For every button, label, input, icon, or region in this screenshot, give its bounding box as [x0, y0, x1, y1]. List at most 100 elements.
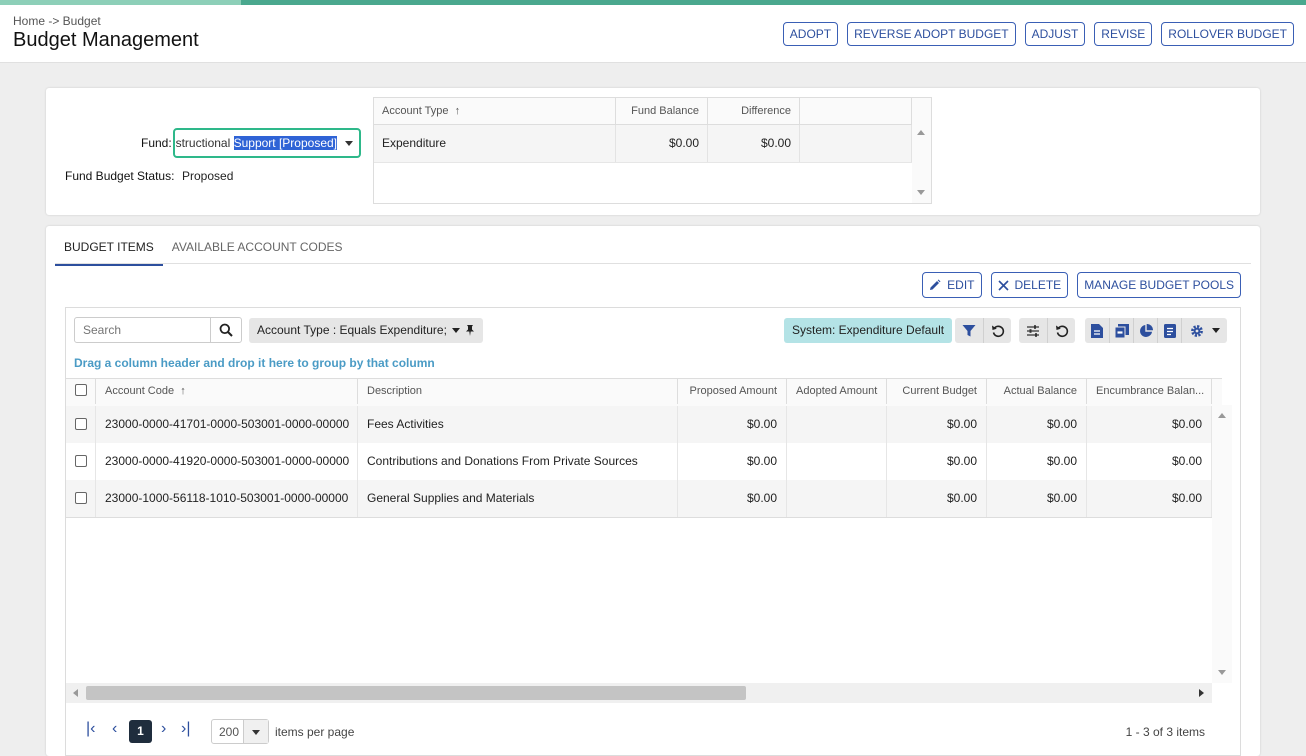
gear-icon [1190, 324, 1203, 337]
column-header-fund-balance[interactable]: Fund Balance [616, 98, 708, 124]
fund-dropdown[interactable]: nstructional Support [Proposed] [173, 128, 361, 158]
search-button[interactable] [210, 318, 241, 342]
rollover-budget-button[interactable]: ROLLOVER BUDGET [1161, 22, 1294, 46]
scroll-up-icon[interactable] [917, 130, 925, 135]
reverse-adopt-budget-button[interactable]: REVERSE ADOPT BUDGET [847, 22, 1016, 46]
reset-icon [1055, 325, 1068, 337]
table-row[interactable]: 23000-1000-56118-1010-503001-0000-00000 … [66, 480, 1212, 518]
scroll-right-icon[interactable] [1199, 689, 1204, 697]
chart-button[interactable] [1133, 318, 1157, 343]
group-by-drop-hint[interactable]: Drag a column header and drop it here to… [74, 356, 435, 370]
select-all-checkbox[interactable] [75, 384, 87, 397]
filter-toolbar-group [955, 318, 1011, 343]
filter-chip[interactable]: Account Type : Equals Expenditure; [249, 318, 483, 343]
scroll-left-icon[interactable] [73, 689, 78, 697]
delete-label: DELETE [1014, 278, 1062, 292]
cell-actual-balance: $0.00 [987, 480, 1087, 517]
column-header-account-code[interactable]: Account Code ↑ [96, 379, 358, 404]
breadcrumb[interactable]: Home -> Budget [13, 14, 101, 28]
first-page-button[interactable]: |‹ [86, 720, 95, 738]
caret-down-icon[interactable] [451, 327, 460, 334]
cell-adopted-amount [787, 480, 887, 517]
column-header-actual-balance[interactable]: Actual Balance [987, 379, 1087, 404]
row-checkbox[interactable] [75, 491, 87, 504]
cell-proposed-amount: $0.00 [678, 480, 787, 517]
search-box[interactable] [74, 317, 242, 343]
fund-dropdown-value[interactable]: nstructional Support [Proposed] [175, 136, 337, 150]
column-header-encumbrance-balance[interactable]: Encumbrance Balan... [1087, 379, 1212, 404]
adjust-button[interactable]: ADJUST [1024, 22, 1086, 46]
edit-button[interactable]: EDIT [922, 272, 982, 298]
chevron-down-icon[interactable] [243, 720, 268, 743]
chevron-down-icon[interactable] [345, 141, 353, 146]
last-page-button[interactable]: ›| [181, 720, 190, 738]
next-page-button[interactable]: › [161, 720, 166, 738]
scroll-up-icon[interactable] [1218, 413, 1226, 418]
row-select-cell [66, 406, 96, 443]
cell-empty [800, 125, 912, 162]
table-row[interactable]: 23000-0000-41701-0000-503001-0000-00000 … [66, 406, 1212, 443]
items-per-page-label: items per page [275, 725, 355, 739]
cell-account-code: 23000-0000-41701-0000-503001-0000-00000 [96, 406, 358, 443]
delete-button[interactable]: DELETE [990, 272, 1069, 298]
tab-divider [55, 263, 1251, 264]
export-pdf-button[interactable] [1109, 318, 1133, 343]
table-row[interactable]: Expenditure $0.00 $0.00 [374, 125, 912, 163]
column-settings-button[interactable] [1019, 318, 1047, 343]
sort-ascending-icon: ↑ [454, 105, 461, 117]
filter-button[interactable] [955, 318, 983, 343]
row-checkbox[interactable] [75, 417, 87, 430]
cell-adopted-amount [787, 443, 887, 480]
column-header-difference[interactable]: Difference [708, 98, 800, 124]
row-checkbox[interactable] [75, 454, 87, 467]
cell-account-type: Expenditure [374, 125, 616, 162]
previous-page-button[interactable]: ‹ [112, 720, 117, 738]
report-button[interactable] [1157, 318, 1181, 343]
column-header-account-type[interactable]: Account Type ↑ [374, 98, 616, 124]
export-excel-button[interactable] [1085, 318, 1109, 343]
cell-encumbrance-balance: $0.00 [1087, 406, 1212, 443]
summary-grid-header: Account Type ↑ Fund Balance Difference [374, 98, 931, 125]
page-size-dropdown[interactable]: 200 [211, 719, 269, 744]
columns-toolbar-group [1019, 318, 1075, 343]
reset-filter-button[interactable] [983, 318, 1011, 343]
filter-icon [962, 324, 976, 336]
row-select-cell [66, 443, 96, 480]
file-icon [1091, 323, 1103, 338]
system-view-chip[interactable]: System: Expenditure Default [784, 318, 953, 343]
pie-chart-icon [1139, 323, 1153, 337]
cell-description: Contributions and Donations From Private… [358, 443, 678, 480]
cell-actual-balance: $0.00 [987, 443, 1087, 480]
revise-button[interactable]: REVISE [1094, 22, 1153, 46]
cell-current-budget: $0.00 [887, 480, 987, 517]
table-row[interactable]: 23000-0000-41920-0000-503001-0000-00000 … [66, 443, 1212, 480]
scroll-down-icon[interactable] [1218, 670, 1226, 675]
tab-available-account-codes[interactable]: AVAILABLE ACCOUNT CODES [163, 233, 352, 263]
cell-encumbrance-balance: $0.00 [1087, 480, 1212, 517]
current-page-button[interactable]: 1 [129, 720, 152, 743]
item-actions: EDIT DELETE MANAGE BUDGET POOLS [922, 272, 1241, 298]
horizontal-scroll-thumb[interactable] [86, 686, 746, 700]
column-header-current-budget[interactable]: Current Budget [887, 379, 987, 404]
items-vertical-scrollbar[interactable] [1212, 405, 1232, 683]
column-header-proposed-amount[interactable]: Proposed Amount [678, 379, 787, 404]
cell-account-code: 23000-1000-56118-1010-503001-0000-00000 [96, 480, 358, 517]
page-title: Budget Management [13, 29, 199, 51]
fund-card: Fund: nstructional Support [Proposed] Fu… [46, 88, 1260, 215]
tab-bar: BUDGET ITEMS AVAILABLE ACCOUNT CODES [55, 233, 352, 266]
pin-icon[interactable] [465, 325, 475, 336]
summary-vertical-scrollbar[interactable] [912, 124, 931, 203]
scroll-down-icon[interactable] [917, 190, 925, 195]
column-header-description[interactable]: Description [358, 379, 678, 404]
reset-columns-button[interactable] [1047, 318, 1075, 343]
search-input[interactable] [75, 318, 213, 342]
manage-budget-pools-button[interactable]: MANAGE BUDGET POOLS [1077, 272, 1241, 298]
adopt-button[interactable]: ADOPT [782, 22, 839, 46]
column-header-adopted-amount[interactable]: Adopted Amount [787, 379, 887, 404]
sort-ascending-icon: ↑ [180, 385, 186, 397]
fund-label: Fund: [141, 136, 172, 150]
settings-menu-button[interactable] [1181, 318, 1227, 343]
tab-budget-items[interactable]: BUDGET ITEMS [55, 233, 163, 266]
items-horizontal-scrollbar[interactable] [66, 683, 1212, 703]
cell-description: Fees Activities [358, 406, 678, 443]
